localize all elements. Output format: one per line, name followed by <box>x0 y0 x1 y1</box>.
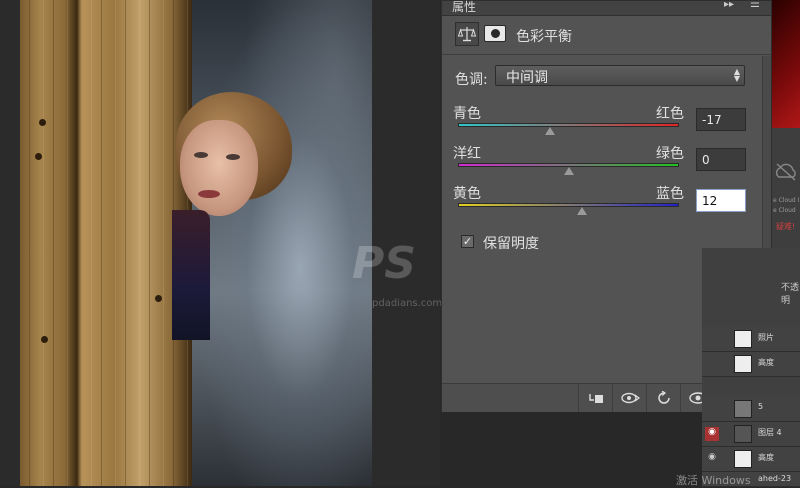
layer-row[interactable]: 高度 <box>702 352 800 377</box>
cloud-text: e Cloud I <box>773 197 800 204</box>
green-label: 绿色 <box>656 146 684 162</box>
child-eye <box>226 154 240 160</box>
layer-row[interactable]: 5 <box>702 397 800 422</box>
grunge-background <box>192 0 372 486</box>
layer-row[interactable]: ◉ 高度 <box>702 447 800 472</box>
layer-thumbnail <box>734 330 752 348</box>
watermark-logo: PS <box>352 238 416 289</box>
cloud-text: e Cloud <box>773 207 796 214</box>
layer-thumbnail <box>734 425 752 443</box>
color-preview <box>772 0 800 128</box>
child-eye <box>194 152 208 158</box>
panel-tab-bar: 色彩平衡 <box>442 16 771 55</box>
wooden-door <box>20 0 192 486</box>
yellow-blue-slider-thumb[interactable] <box>576 207 587 215</box>
watermark-url: pdadians.com <box>372 298 443 309</box>
dropdown-arrows-icon: ▲ ▼ <box>733 67 740 83</box>
child-face <box>180 120 258 216</box>
layer-row[interactable]: 照片 <box>702 327 800 352</box>
visibility-eye-icon[interactable]: ◉ <box>705 427 719 441</box>
layer-thumbnail <box>734 400 752 418</box>
layer-name: 照片 <box>758 333 774 342</box>
child-body <box>172 210 210 340</box>
cyan-red-slider-track[interactable] <box>458 123 679 127</box>
panel-header: 属性 ▸▸ ☰ <box>442 0 771 16</box>
view-previous-icon[interactable] <box>612 384 646 412</box>
tone-dropdown-value: 中间调 <box>506 70 548 86</box>
preserve-luminosity-checkbox[interactable]: ✓ <box>461 235 474 248</box>
preserve-luminosity-label: 保留明度 <box>483 236 539 252</box>
adjustment-title: 色彩平衡 <box>516 29 572 45</box>
yellow-blue-slider-track[interactable] <box>458 203 679 207</box>
layer-name: 图层 4 <box>758 428 782 437</box>
panel-menu-icon[interactable]: ☰ <box>750 0 760 10</box>
magenta-green-slider-thumb[interactable] <box>563 167 574 175</box>
cyan-label: 青色 <box>453 106 481 122</box>
layer-mask-icon[interactable] <box>484 25 506 42</box>
layer-name: ahed-23 <box>758 474 792 483</box>
yellow-blue-value-input[interactable]: 12 <box>696 189 746 212</box>
balance-scale-icon[interactable] <box>455 22 479 46</box>
child-mouth <box>198 190 220 198</box>
reset-icon[interactable] <box>646 384 680 412</box>
cloud-off-icon <box>775 163 796 181</box>
nail <box>155 295 162 302</box>
tone-dropdown[interactable]: 中间调 ▲ ▼ <box>495 65 745 86</box>
cyan-red-value-input[interactable]: -17 <box>696 108 746 131</box>
nail <box>41 336 48 343</box>
cyan-red-slider-thumb[interactable] <box>544 127 555 135</box>
panel-title: 属性 <box>452 0 477 14</box>
layer-name: 5 <box>758 402 764 411</box>
clip-to-layer-icon[interactable] <box>578 384 612 412</box>
blue-label: 蓝色 <box>656 186 684 202</box>
nail <box>35 153 42 160</box>
layer-row[interactable]: ◉ 图层 4 <box>702 422 800 447</box>
yellow-label: 黄色 <box>453 186 481 202</box>
layer-name: 高度 <box>758 453 774 462</box>
magenta-label: 洋红 <box>453 146 481 162</box>
nail <box>39 119 46 126</box>
opacity-label: 不透明 <box>781 283 800 306</box>
magenta-green-value-input[interactable]: 0 <box>696 148 746 171</box>
collapse-icon[interactable]: ▸▸ <box>724 0 734 10</box>
visibility-eye-icon[interactable]: ◉ <box>705 452 719 466</box>
layer-thumbnail <box>734 450 752 468</box>
layer-name: 高度 <box>758 358 774 367</box>
layer-thumbnail <box>734 355 752 373</box>
red-label: 红色 <box>656 106 684 122</box>
cloud-error-link[interactable]: 疑难! <box>776 221 795 232</box>
tone-label: 色调: <box>455 72 488 88</box>
document-canvas[interactable]: PS pdadians.com <box>0 0 443 486</box>
